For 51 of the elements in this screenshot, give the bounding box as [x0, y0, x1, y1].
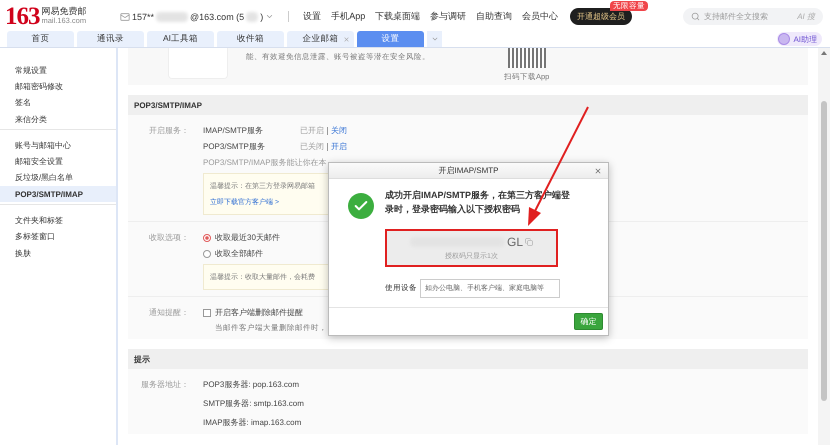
account-prefix: 157**: [132, 12, 154, 22]
tab[interactable]: 首页: [7, 31, 74, 47]
sidebar-item[interactable]: 文件夹和标签: [0, 212, 116, 229]
tab[interactable]: 通讯录: [77, 31, 144, 47]
service-name: POP3/SMTP服务: [203, 141, 266, 152]
logo-number: 163: [5, 2, 40, 30]
field-label: 通知提醒：: [148, 307, 190, 319]
nav-link[interactable]: 手机App: [331, 10, 366, 23]
service-description: POP3/SMTP/IMAP服务能让你在本: [203, 157, 328, 168]
sidebar-item[interactable]: POP3/SMTP/IMAP: [0, 186, 116, 202]
server-address: IMAP服务器: imap.163.com: [203, 417, 302, 428]
tab[interactable]: 收件箱: [217, 31, 284, 47]
nav-link[interactable]: 参与调研: [430, 10, 466, 23]
vip-button[interactable]: 开通超级会员: [570, 8, 632, 25]
dialog-title: 开启IMAP/SMTP: [438, 165, 498, 176]
auth-code: GL: [506, 234, 523, 249]
tab[interactable]: 企业邮箱: [287, 31, 354, 47]
nav-link[interactable]: 自助查询: [476, 10, 512, 23]
field-label: 服务器地址：: [140, 379, 190, 391]
service-name: IMAP/SMTP服务: [203, 125, 264, 136]
radio-label: 收取最近30天邮件: [215, 232, 280, 243]
nav-link[interactable]: 下载桌面端: [375, 10, 420, 23]
ai-assistant-button[interactable]: AI助理: [777, 32, 822, 46]
nav-link[interactable]: 设置: [303, 10, 322, 23]
service-toggle-link[interactable]: 关闭: [331, 125, 347, 136]
section-title: POP3/SMTP/IMAP: [128, 95, 808, 115]
account-email: @163.com (5: [190, 12, 244, 22]
sidebar-item[interactable]: 邮箱安全设置: [0, 153, 116, 170]
tab[interactable]: AI工具箱: [147, 31, 214, 47]
server-address: SMTP服务器: smtp.163.com: [203, 398, 304, 409]
logo-name: 网易免费邮: [42, 7, 86, 18]
server-address: POP3服务器: pop.163.com: [203, 379, 300, 390]
sidebar-item[interactable]: 多标签窗口: [0, 228, 116, 245]
service-status: 已开启: [300, 125, 324, 136]
sidebar-item[interactable]: 签名: [0, 94, 116, 111]
sidebar-item[interactable]: 换肤: [0, 244, 116, 262]
checkbox-label: 开启客户端删除邮件提醒: [215, 307, 303, 318]
nav-link[interactable]: 会员中心: [522, 10, 558, 23]
sidebar-item[interactable]: 反垃圾/黑白名单: [0, 170, 116, 186]
service-status: 已关闭: [300, 141, 324, 152]
sidebar-item[interactable]: 账号与邮箱中心: [0, 137, 116, 154]
field-label: 开启服务：: [148, 125, 190, 137]
section-title: 提示: [128, 349, 808, 369]
sidebar-item[interactable]: 常规设置: [0, 62, 116, 78]
account-suffix: ): [260, 12, 264, 22]
service-toggle-link[interactable]: 开启: [331, 141, 347, 152]
sidebar-item[interactable]: 邮箱密码修改: [0, 78, 116, 95]
search-placeholder: 支持邮件全文搜索: [704, 11, 769, 22]
sidebar-item[interactable]: 来信分类: [0, 110, 116, 128]
field-label: 收取选项：: [148, 232, 190, 244]
radio-label: 收取全部邮件: [215, 248, 263, 259]
